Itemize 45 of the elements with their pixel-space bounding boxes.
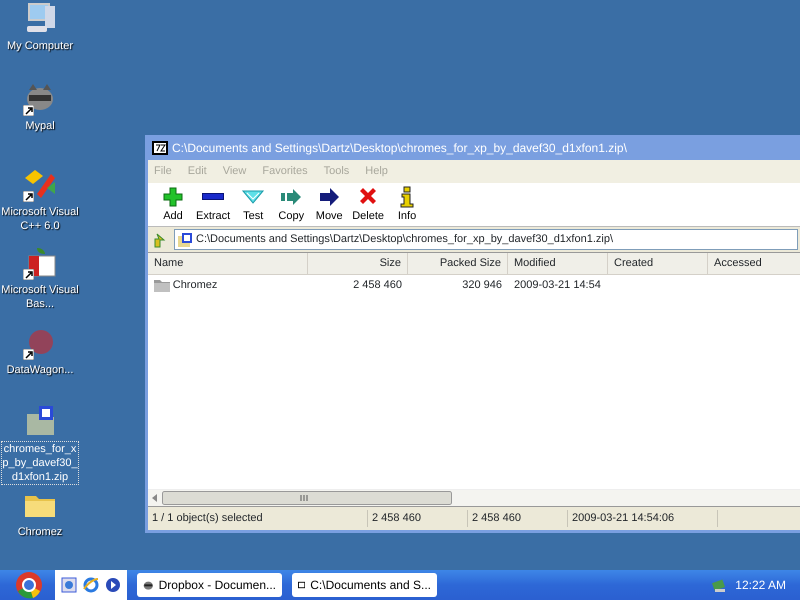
network-icon[interactable] [711, 577, 728, 593]
column-header[interactable]: Modified [508, 253, 608, 274]
toolbar-button[interactable]: Copy [272, 186, 310, 224]
desktop-icon-label[interactable]: Mypal [0, 119, 80, 133]
toolbar-button[interactable]: Add [154, 186, 192, 224]
desktop-icon-label[interactable]: chromes_for_xp_by_davef30_d1xfon1.zip [1, 441, 79, 485]
toolbar-button[interactable]: Move [310, 186, 348, 224]
file-row-name[interactable]: Chromez [148, 274, 308, 295]
desktop-icon-label[interactable]: Microsoft Visual C++ 6.0 [0, 205, 80, 233]
desktop-icon-label[interactable]: Microsoft Visual Bas... [0, 283, 80, 311]
play-icon[interactable] [105, 577, 121, 593]
table-cell-text: 320 946 [461, 278, 503, 292]
toolbar-button[interactable]: Extract [192, 186, 234, 224]
desktop-icon-label[interactable]: DataWagon... [0, 363, 80, 377]
column-header[interactable]: Packed Size [408, 253, 508, 274]
table-cell-text: 2 458 460 [352, 278, 403, 292]
status-text: 2 458 460 [468, 510, 568, 527]
table-cell-text: 2009-03-21 14:54 [513, 278, 602, 292]
window-title: C:\Documents and Settings\Dartz\Desktop\chromes_for_xp_by_davef30_d1xfon1.zip\ [172, 140, 627, 156]
toolbar-button[interactable]: Info [388, 186, 426, 224]
desktop-icon-label[interactable]: My Computer [0, 39, 80, 53]
status-text: 1 / 1 object(s) selected [148, 510, 368, 527]
desktop-icon-label[interactable]: Chromez [0, 525, 80, 539]
column-header[interactable]: Name [148, 253, 308, 274]
clock: 12:22 AM [735, 577, 786, 594]
column-header[interactable]: Size [308, 253, 408, 274]
address-field[interactable]: C:\Documents and Settings\Dartz\Desktop\chromes_for_xp_by_davef30_d1xfon1.zip\ [174, 229, 798, 250]
column-header[interactable]: Accessed [708, 253, 800, 274]
right-arrow-icon [318, 186, 340, 208]
status-text: 2009-03-21 14:54:06 [568, 510, 718, 527]
status-text: 2 458 460 [368, 510, 468, 527]
folder-icon [154, 278, 170, 292]
minus-icon [202, 193, 224, 200]
column-header[interactable]: Created [608, 253, 708, 274]
zip-icon [178, 232, 192, 246]
horizontal-scrollbar[interactable] [148, 489, 800, 506]
plus-icon [162, 186, 184, 208]
toolbar-button[interactable]: Delete [348, 186, 388, 224]
scroll-thumb[interactable] [162, 491, 452, 505]
app-icon [152, 140, 168, 154]
globe-icon[interactable] [83, 577, 99, 593]
taskbar-button[interactable]: Dropbox - Documen... [137, 573, 282, 597]
desktop-icon[interactable] [61, 577, 77, 593]
taskbar-button[interactable]: C:\Documents and S... [292, 573, 437, 597]
toolbar-button[interactable]: Test [234, 186, 272, 224]
